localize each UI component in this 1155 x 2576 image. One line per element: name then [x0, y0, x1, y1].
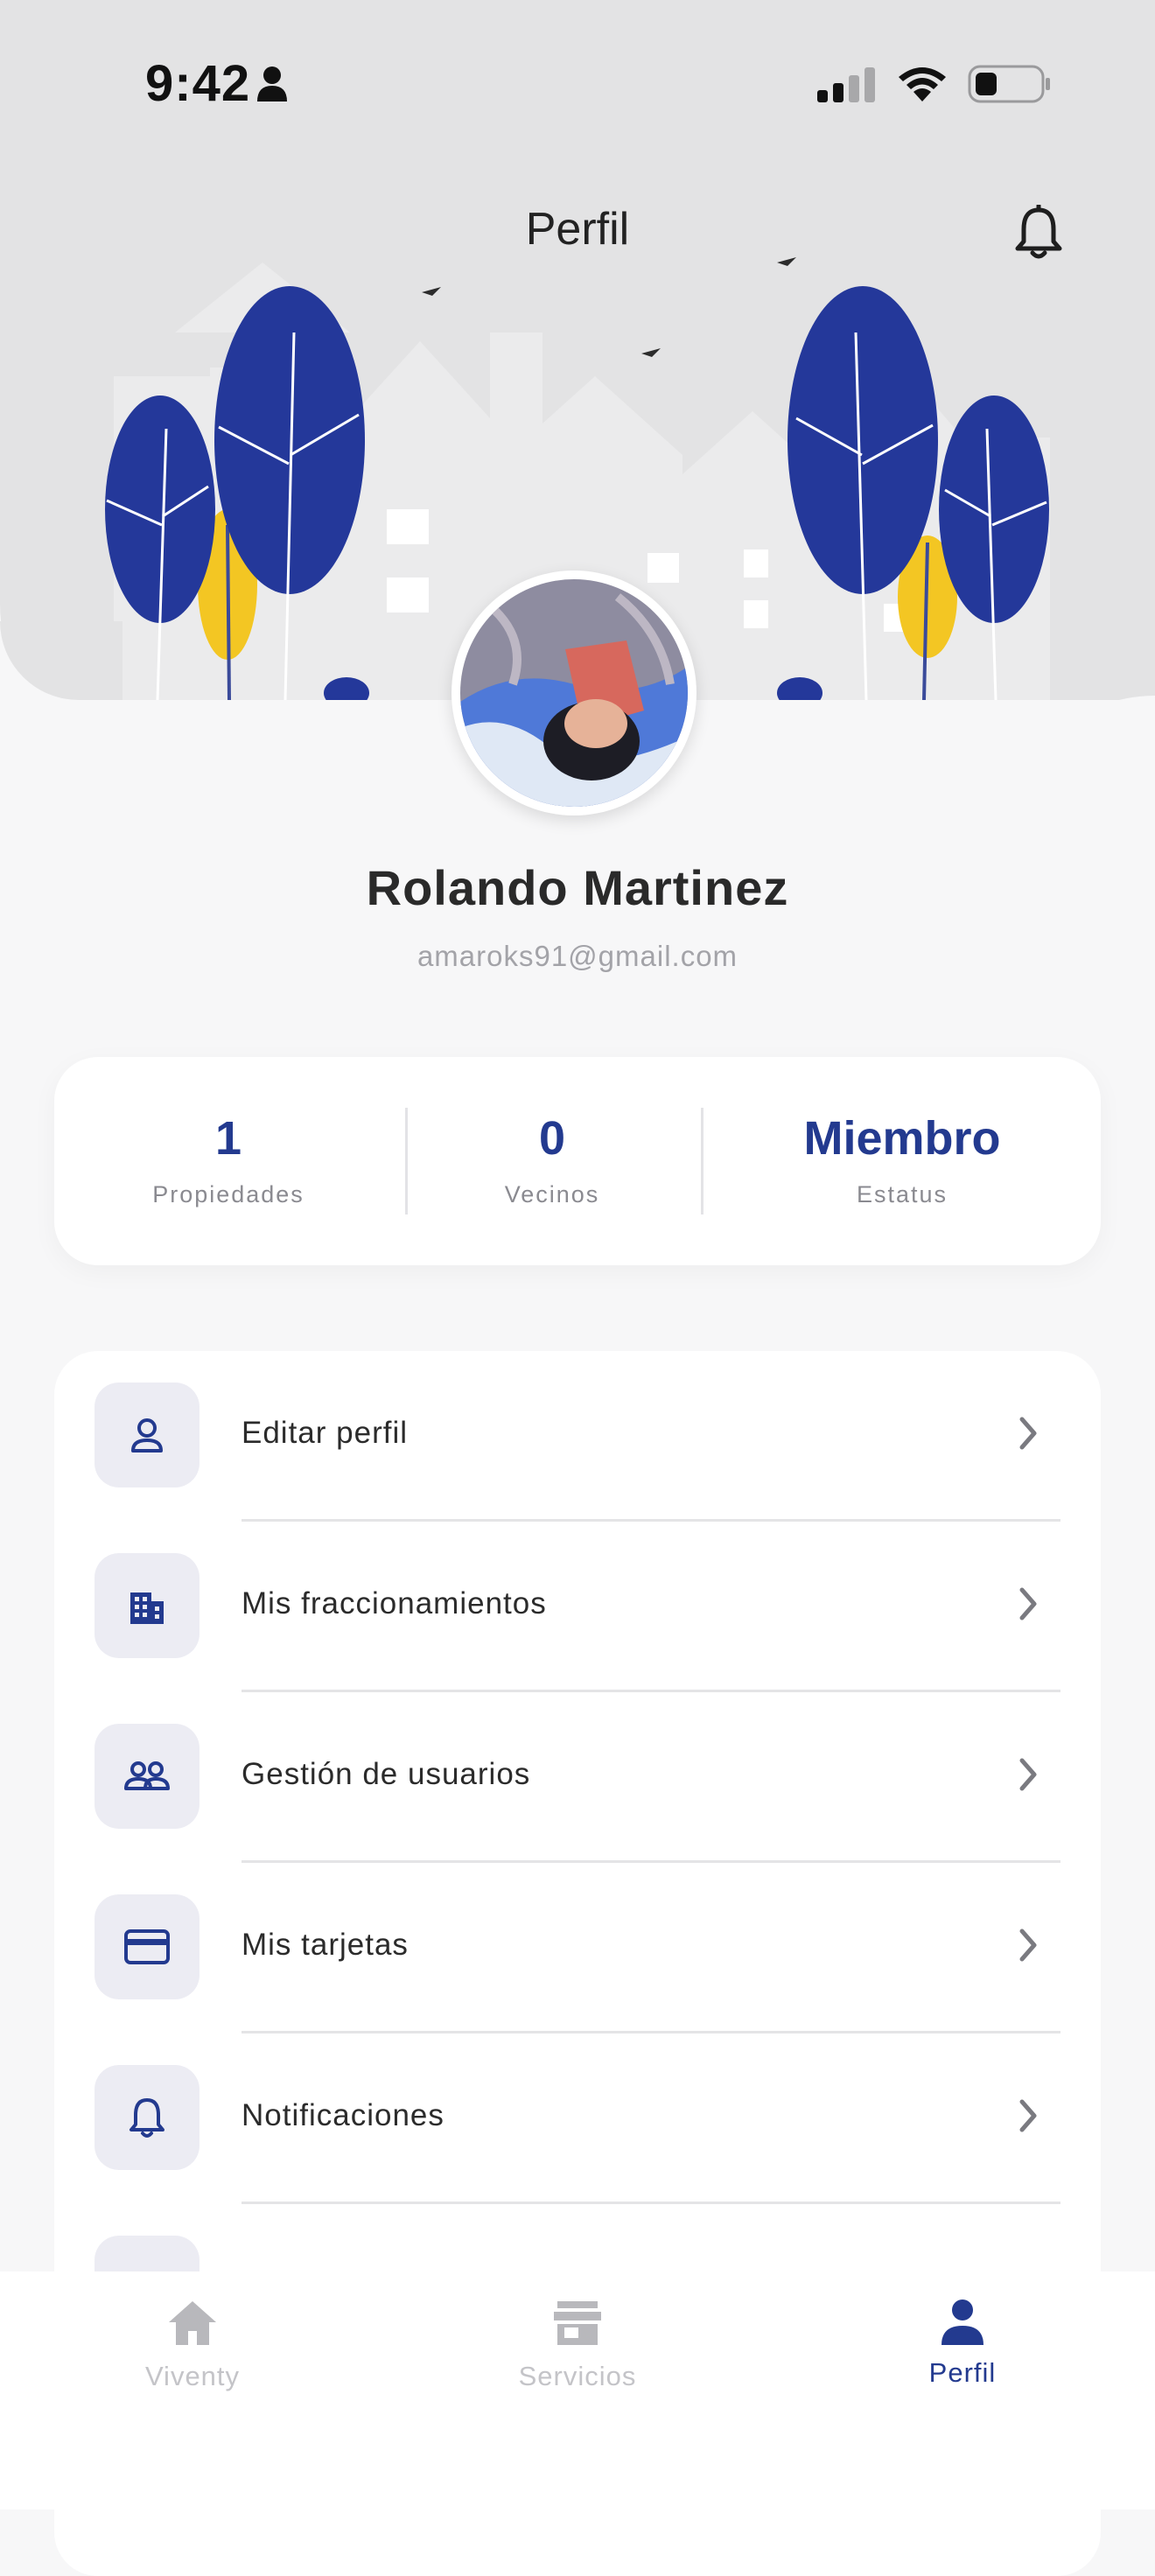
menu-icon-container: [94, 1382, 200, 1488]
tab-servicios[interactable]: Servicios: [385, 2272, 770, 2510]
stats-card: 1 Propiedades 0 Vecinos Miembro Estatus: [54, 1057, 1101, 1265]
avatar-image: [460, 579, 688, 807]
menu-icon-container: [94, 1724, 200, 1829]
building-icon: [130, 1592, 164, 1624]
content-curve: [1006, 696, 1155, 844]
stat-status[interactable]: Miembro Estatus: [704, 1057, 1101, 1265]
menu-item-my-cards[interactable]: Mis tarjetas: [54, 1863, 1101, 2034]
bell-icon: [1015, 205, 1062, 259]
tab-bar: Viventy Servicios Perfil: [0, 2272, 1155, 2510]
tab-label: Viventy: [144, 2361, 241, 2391]
menu-icon-container: [94, 2065, 200, 2170]
menu-item-notifications[interactable]: Notificaciones: [54, 2034, 1101, 2204]
status-bar: 9:42: [0, 0, 1155, 166]
bell-icon: [130, 2098, 164, 2138]
menu-item-user-management[interactable]: Gestión de usuarios: [54, 1692, 1101, 1863]
tab-label: Servicios: [518, 2361, 637, 2391]
page-title: Perfil: [525, 204, 630, 255]
store-icon: [385, 2298, 770, 2348]
menu-label: Gestión de usuarios: [242, 1757, 531, 1791]
avatar[interactable]: [452, 570, 696, 816]
user-name: Rolando Martinez: [366, 860, 789, 915]
notifications-button[interactable]: [1008, 200, 1069, 266]
stat-label: Estatus: [856, 1181, 948, 1208]
user-icon: [131, 1418, 163, 1452]
person-icon: [770, 2298, 1155, 2348]
menu-icon-container: [94, 1894, 200, 1999]
menu-label: Notificaciones: [242, 2098, 444, 2132]
stat-value: Miembro: [803, 1112, 1001, 1165]
battery-icon: [968, 65, 1052, 108]
clock: 9:42: [145, 55, 251, 112]
credit-card-icon: [124, 1929, 170, 1964]
stat-label: Propiedades: [152, 1181, 304, 1208]
users-icon: [124, 1761, 170, 1790]
stat-properties[interactable]: 1 Propiedades: [54, 1057, 402, 1265]
home-icon: [0, 2298, 385, 2348]
menu-item-my-subdivisions[interactable]: Mis fraccionamientos: [54, 1522, 1101, 1692]
chevron-right-icon: [1015, 2096, 1041, 2139]
stat-label: Vecinos: [504, 1181, 600, 1208]
cellular-signal-icon: [817, 66, 877, 107]
person-status-icon: [256, 65, 289, 108]
wifi-icon: [896, 65, 948, 108]
menu-icon-container: [94, 1553, 200, 1658]
user-email: amaroks91@gmail.com: [416, 940, 738, 972]
menu-label: Mis tarjetas: [242, 1928, 409, 1962]
tab-perfil[interactable]: Perfil: [770, 2272, 1155, 2510]
menu-label: Mis fraccionamientos: [242, 1586, 547, 1620]
stat-neighbors[interactable]: 0 Vecinos: [408, 1057, 696, 1265]
menu-label: Editar perfil: [242, 1416, 409, 1450]
stat-value: 1: [214, 1112, 242, 1165]
chevron-right-icon: [1015, 1755, 1041, 1798]
chevron-right-icon: [1015, 1926, 1041, 1969]
tab-label: Perfil: [928, 2357, 997, 2388]
stat-value: 0: [538, 1112, 566, 1165]
chevron-right-icon: [1015, 1585, 1041, 1628]
chevron-right-icon: [1015, 1414, 1041, 1457]
tab-viventy[interactable]: Viventy: [0, 2272, 385, 2510]
menu-item-edit-profile[interactable]: Editar perfil: [54, 1351, 1101, 1522]
